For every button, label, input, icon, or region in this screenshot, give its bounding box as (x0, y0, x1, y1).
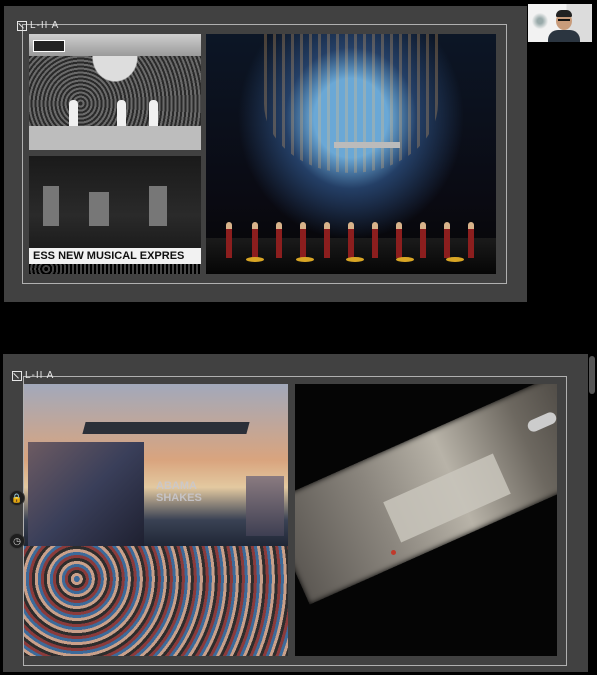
slide-1-photo-concert: ESS NEW MUSICAL EXPRES (29, 156, 201, 274)
slide-1: L-II A ESS NEW MUSICAL EXPRES (4, 6, 527, 302)
slide-2-photo-render (295, 384, 557, 656)
webcam-feed (528, 4, 592, 42)
slide-2: L-II A ABAMA SHAKES (3, 354, 588, 672)
stage-text-line-1: ABAMA (156, 480, 197, 492)
slide-1-logo-text: L-II A (30, 20, 60, 31)
slide-1-photo-crowd (29, 34, 201, 150)
slide-2-logo-text: L-II A (25, 370, 55, 381)
clock-icon[interactable]: ◷ (9, 533, 25, 549)
stage-text-line-2: SHAKES (156, 492, 202, 504)
slide-1-photo-theatre (206, 34, 496, 274)
slide-2-logo: L-II A (12, 370, 54, 381)
scrollbar[interactable] (589, 356, 595, 394)
logo-icon (17, 20, 27, 31)
slide-1-logo: L-II A (17, 20, 59, 31)
slide-2-photo-festival: ABAMA SHAKES (24, 384, 288, 656)
concert-banner-text: ESS NEW MUSICAL EXPRES (29, 248, 201, 264)
logo-icon (12, 370, 22, 381)
lock-icon[interactable]: 🔒 (9, 490, 25, 506)
